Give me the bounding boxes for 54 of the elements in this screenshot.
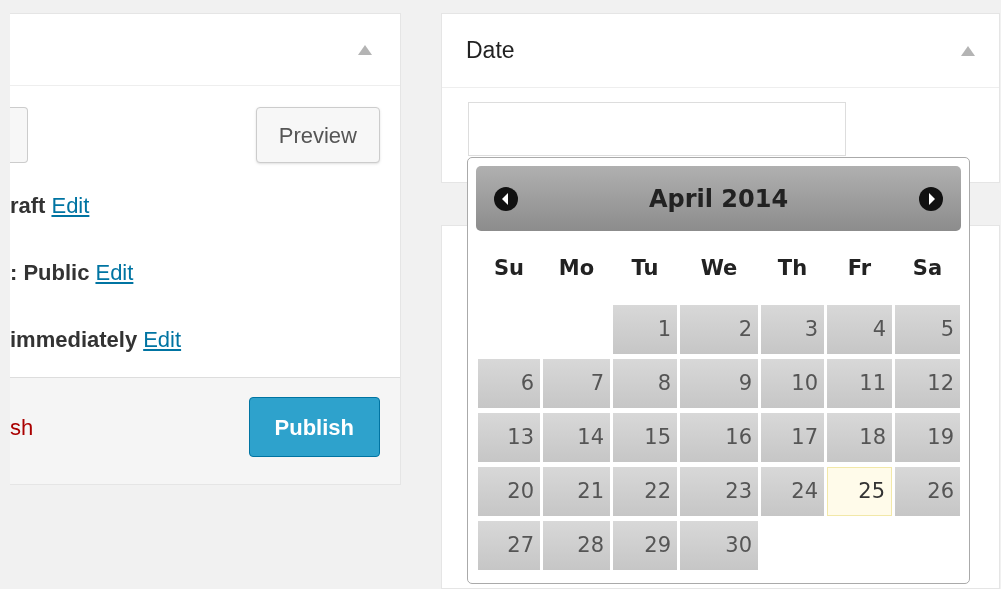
preview-button[interactable]: Preview: [255, 107, 380, 163]
day-cell[interactable]: 17: [761, 413, 824, 462]
month-title: April 2014: [648, 183, 789, 215]
weekday-label: Mo: [557, 254, 596, 282]
day-cell[interactable]: 12: [895, 359, 960, 408]
weekday-label: Th: [776, 254, 809, 282]
day-cell[interactable]: 30: [680, 521, 758, 570]
status-label: : Public: [10, 259, 90, 287]
next-icon[interactable]: [919, 186, 943, 211]
previous-icon[interactable]: [494, 186, 518, 211]
day-cell[interactable]: 29: [613, 521, 677, 570]
day-cell[interactable]: 5: [895, 305, 960, 354]
day-cell[interactable]: 25: [827, 467, 892, 516]
day-cell[interactable]: 3: [761, 305, 824, 354]
day-cell[interactable]: 10: [761, 359, 824, 408]
day-cell[interactable]: 22: [613, 467, 677, 516]
weekday-label: Su: [492, 254, 526, 282]
day-cell[interactable]: 9: [680, 359, 758, 408]
edit-link[interactable]: Edit: [95, 256, 134, 289]
weekday-label: Sa: [911, 254, 944, 282]
day-cell[interactable]: 7: [543, 359, 610, 408]
day-cell[interactable]: 13: [478, 413, 540, 462]
delete-link[interactable]: sh: [10, 410, 34, 444]
publish-button[interactable]: Publish: [248, 397, 380, 457]
weekday-label: We: [699, 254, 739, 282]
edit-link[interactable]: Edit: [143, 323, 182, 356]
day-cell[interactable]: 8: [613, 359, 677, 408]
day-cell[interactable]: 26: [895, 467, 960, 516]
weekday-label: Tu: [630, 254, 660, 282]
day-cell[interactable]: 18: [827, 413, 892, 462]
day-cell[interactable]: 23: [680, 467, 758, 516]
day-cell[interactable]: 1: [613, 305, 677, 354]
collapse-icon[interactable]: [358, 44, 372, 55]
day-cell[interactable]: 4: [827, 305, 892, 354]
day-cell[interactable]: 14: [543, 413, 610, 462]
day-cell[interactable]: 16: [680, 413, 758, 462]
day-cell[interactable]: 27: [478, 521, 540, 570]
weekday-label: Fr: [846, 254, 873, 282]
button-edge[interactable]: [10, 107, 28, 163]
day-cell[interactable]: 19: [895, 413, 960, 462]
status-label: raft: [10, 192, 46, 220]
day-cell[interactable]: 20: [478, 467, 540, 516]
day-cell[interactable]: 24: [761, 467, 824, 516]
panel-title: Date: [466, 36, 515, 66]
day-cell[interactable]: 2: [680, 305, 758, 354]
edit-link[interactable]: Edit: [51, 189, 90, 222]
day-cell[interactable]: 15: [613, 413, 677, 462]
status-label: immediately: [10, 326, 138, 354]
date-field[interactable]: [468, 102, 846, 156]
day-cell[interactable]: 28: [543, 521, 610, 570]
day-cell[interactable]: 11: [827, 359, 892, 408]
day-cell[interactable]: 6: [478, 359, 540, 408]
collapse-icon[interactable]: [961, 45, 975, 56]
day-cell[interactable]: 21: [543, 467, 610, 516]
